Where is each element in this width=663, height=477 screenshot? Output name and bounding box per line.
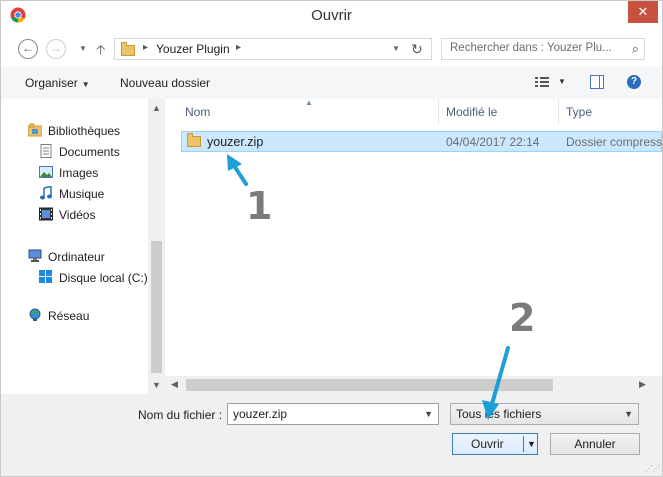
open-file-dialog: Ouvrir ✕ ← → ▼ 🡡 ▸ Youzer Plugin ▸ ▼ ↻ ⌕… [0,0,663,477]
libraries-icon [28,123,42,137]
scroll-down-icon[interactable]: ▼ [152,380,161,390]
sidebar-item-videos[interactable]: Vidéos [39,207,95,222]
help-icon[interactable]: ? [627,75,641,89]
sidebar-item-libraries[interactable]: Bibliothèques [28,123,120,138]
close-button[interactable]: ✕ [628,1,658,23]
filename-label: Nom du fichier : [138,408,223,422]
close-icon: ✕ [637,4,649,19]
organize-label: Organiser [25,76,78,90]
file-name: youzer.zip [207,135,264,149]
navigation-pane: Bibliothèques Documents Images Musique V… [1,99,148,394]
organize-menu[interactable]: Organiser ▼ [25,76,90,90]
title-bar: Ouvrir ✕ [1,1,662,31]
refresh-icon[interactable]: ↻ [411,41,423,58]
folder-icon [121,42,135,56]
file-type: Dossier compress [566,135,663,149]
scroll-right-icon[interactable]: ▶ [639,379,646,390]
column-divider[interactable] [558,99,559,125]
annotation-step-2: 2 [509,296,536,340]
computer-icon [28,249,42,262]
chevron-right-icon[interactable]: ▸ [143,42,148,53]
images-icon [39,166,53,178]
chevron-down-icon[interactable]: ▼ [624,409,633,419]
navigation-pane-scrollbar[interactable]: ▲ ▼ [148,99,165,394]
recent-locations-dropdown[interactable]: ▼ [79,44,87,53]
chevron-down-icon[interactable]: ▼ [424,409,433,419]
view-dropdown-icon[interactable]: ▼ [558,77,566,86]
open-options-dropdown-icon[interactable]: ▼ [527,439,536,449]
cancel-button-label: Annuler [574,437,616,451]
sidebar-item-local-disk[interactable]: Disque local (C:) [39,270,148,285]
column-header-name[interactable]: Nom [185,99,210,125]
chevron-down-icon[interactable]: ▼ [392,44,400,53]
arrow-right-icon: → [50,41,62,55]
zip-folder-icon [187,133,201,147]
preview-pane-icon[interactable] [590,75,604,89]
scroll-left-icon[interactable]: ◀ [171,379,178,390]
arrow-left-icon: ← [22,41,34,55]
resize-grip-icon[interactable]: ⋰⋰ [645,464,660,473]
filter-value: Tous les fichiers [456,407,542,421]
sidebar-item-label: Images [59,166,99,180]
new-folder-label: Nouveau dossier [120,76,211,90]
windows-drive-icon [39,270,52,283]
sidebar-item-documents[interactable]: Documents [39,144,120,159]
dialog-footer: Nom du fichier : youzer.zip ▼ Tous les f… [1,394,662,476]
filename-value[interactable]: youzer.zip [233,407,287,421]
file-row-selected[interactable]: youzer.zip 04/04/2017 22:14 Dossier comp… [181,131,662,152]
sidebar-item-network[interactable]: Réseau [28,308,89,323]
split-divider [523,436,524,452]
filename-field[interactable]: youzer.zip ▼ [227,403,439,425]
forward-button[interactable]: → [46,39,66,59]
videos-icon [39,207,53,221]
sidebar-item-label: Réseau [48,309,90,323]
open-button-label: Ouvrir [471,437,504,451]
chevron-right-icon[interactable]: ▸ [236,42,241,53]
file-modified-date: 04/04/2017 22:14 [446,135,540,149]
music-icon [40,186,52,200]
command-bar: Organiser ▼ Nouveau dossier ▼ ? [1,67,662,100]
file-list-horizontal-scrollbar[interactable]: ◀ ▶ [165,376,662,394]
scrollbar-thumb[interactable] [186,379,553,391]
sidebar-item-label: Disque local (C:) [59,271,148,285]
column-header-modified[interactable]: Modifié le [446,99,497,125]
scrollbar-thumb[interactable] [151,241,162,373]
column-header-type[interactable]: Type [566,99,592,125]
sidebar-item-label: Musique [59,187,105,201]
sidebar-item-label: Vidéos [59,208,96,222]
documents-icon [40,144,52,158]
new-folder-button[interactable]: Nouveau dossier [120,76,210,90]
address-bar[interactable]: ▸ Youzer Plugin ▸ ▼ ↻ [114,38,432,60]
sort-ascending-icon: ▲ [305,98,313,107]
caret-down-icon: ▼ [81,80,90,89]
address-segment[interactable]: Youzer Plugin [156,42,230,56]
up-folder-button[interactable]: 🡡 [96,41,105,63]
network-icon [29,308,41,321]
file-type-filter[interactable]: Tous les fichiers ▼ [450,403,639,425]
dialog-title: Ouvrir [311,7,352,24]
column-divider[interactable] [438,99,439,125]
view-options-icon[interactable] [535,76,549,88]
sidebar-item-music[interactable]: Musique [39,186,104,201]
search-input[interactable] [450,42,620,54]
sidebar-item-label: Documents [59,145,120,159]
annotation-step-1: 1 [246,184,273,228]
file-list: ▲ Nom Modifié le Type youzer.zip 04/04/2… [165,98,662,394]
cancel-button[interactable]: Annuler [550,433,640,455]
navigation-bar: ← → ▼ 🡡 ▸ Youzer Plugin ▸ ▼ ↻ ⌕ [1,31,662,67]
scroll-up-icon[interactable]: ▲ [152,103,161,113]
sidebar-item-images[interactable]: Images [39,165,98,180]
sidebar-item-computer[interactable]: Ordinateur [28,249,105,264]
search-icon[interactable]: ⌕ [632,41,639,57]
sidebar-item-label: Ordinateur [48,250,105,264]
search-box[interactable]: ⌕ [441,38,645,60]
sidebar-item-label: Bibliothèques [48,124,121,138]
open-button[interactable]: Ouvrir ▼ [452,433,538,455]
back-button[interactable]: ← [18,39,38,59]
